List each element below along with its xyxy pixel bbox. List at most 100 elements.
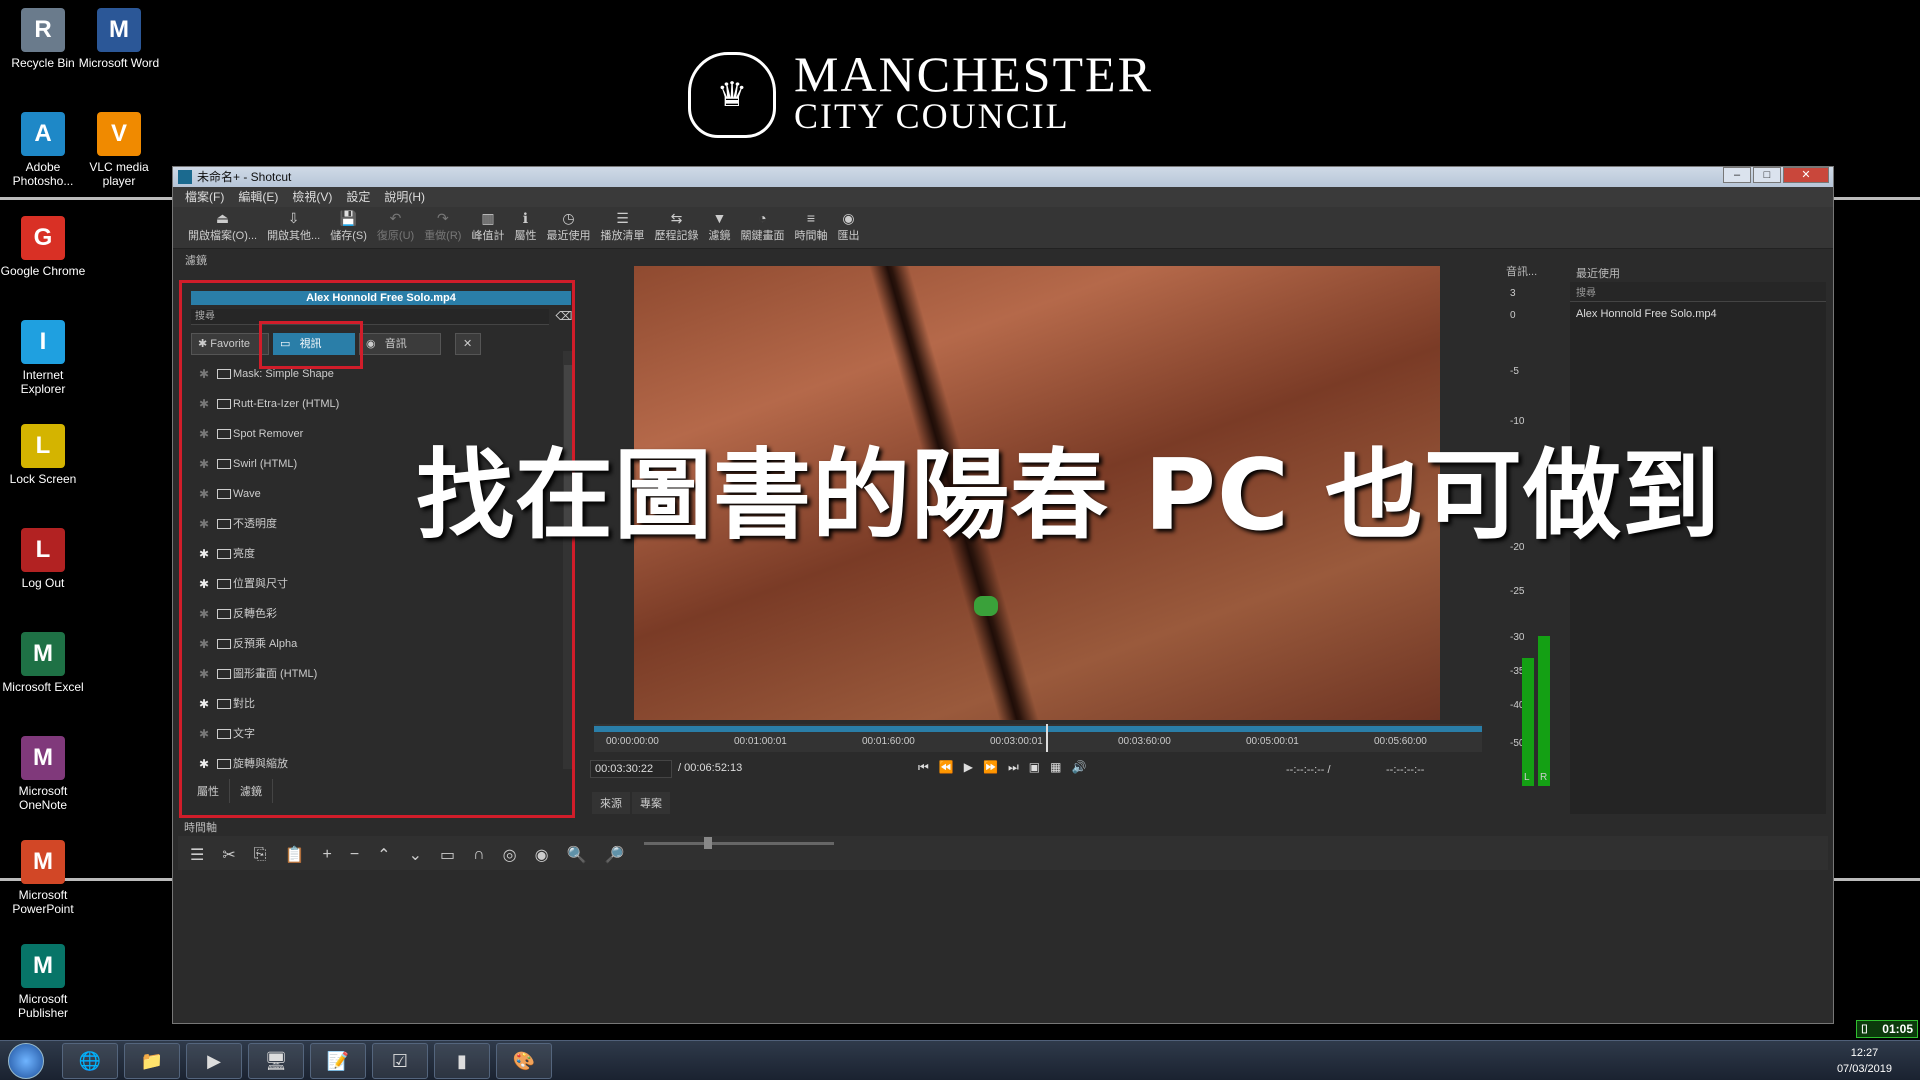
maximize-button[interactable]: □ bbox=[1753, 167, 1781, 183]
desktop-icon[interactable]: V VLC media player bbox=[76, 112, 162, 188]
timeline-tool[interactable]: ⎘ bbox=[254, 846, 267, 864]
transport-button[interactable]: ▣ bbox=[1029, 760, 1040, 775]
close-button[interactable]: ✕ bbox=[1783, 167, 1829, 183]
playhead[interactable] bbox=[1046, 724, 1048, 752]
transport-button[interactable]: ⏪ bbox=[939, 760, 954, 775]
taskbar-app[interactable]: ▶ bbox=[186, 1043, 242, 1079]
timeline-tool[interactable]: ◎ bbox=[503, 845, 517, 865]
desktop-icon-label: Log Out bbox=[21, 576, 65, 590]
toolbar-icon: ▥ bbox=[481, 210, 495, 226]
timeline-tool[interactable]: ◉ bbox=[535, 845, 549, 865]
title-bar[interactable]: 未命名+ - Shotcut – □ ✕ bbox=[173, 167, 1833, 187]
clock-date: 07/03/2019 bbox=[1836, 1063, 1892, 1075]
meter-bar-left bbox=[1522, 658, 1534, 786]
zoom-slider[interactable] bbox=[644, 837, 834, 849]
toolbar-button[interactable]: ↷ 重做(R) bbox=[419, 207, 466, 248]
toolbar-button[interactable]: ▼ 濾鏡 bbox=[703, 207, 735, 248]
meter-channel-label: L bbox=[1524, 772, 1530, 783]
menu-item[interactable]: 說明(H) bbox=[384, 187, 425, 207]
toolbar-button[interactable]: ℹ 屬性 bbox=[509, 207, 541, 248]
zoom-slider-knob[interactable] bbox=[704, 837, 712, 849]
desktop-icon[interactable]: I Internet Explorer bbox=[0, 320, 86, 396]
toolbar-button[interactable]: ◔ 關鍵畫面 bbox=[735, 207, 789, 248]
desktop-icon[interactable]: M Microsoft Publisher bbox=[0, 944, 86, 1020]
transport-button[interactable]: ⏭ bbox=[1008, 760, 1019, 775]
transport-button[interactable]: ⏮ bbox=[918, 760, 929, 775]
source-tabs: 來源 專案 bbox=[592, 792, 670, 814]
menu-item[interactable]: 設定 bbox=[346, 187, 370, 207]
menu-item[interactable]: 檔案(F) bbox=[185, 187, 224, 207]
toolbar-button[interactable]: ◉ 匯出 bbox=[832, 207, 864, 248]
taskbar-app[interactable]: ▮ bbox=[434, 1043, 490, 1079]
timeline-tool[interactable]: − bbox=[350, 846, 359, 864]
desktop-icon[interactable]: G Google Chrome bbox=[0, 216, 86, 278]
onenote-icon: M bbox=[21, 736, 65, 780]
source-tab[interactable]: 來源 bbox=[592, 792, 630, 814]
timeline-tool[interactable]: + bbox=[322, 846, 331, 864]
minimize-button[interactable]: – bbox=[1723, 167, 1751, 183]
desktop-icon[interactable]: L Lock Screen bbox=[0, 424, 86, 486]
timeline-panel: 時間軸 ☰ ✂ ⎘ 📋 + − ⌃ ⌄ ▭ ∩ ◎ ◉ 🔍 🔎 bbox=[178, 820, 1828, 1020]
ruler-tick: 00:03:60:00 bbox=[1118, 736, 1171, 747]
toolbar-icon: ▼ bbox=[712, 210, 727, 226]
desktop-icon-label: Recycle Bin bbox=[11, 56, 75, 70]
transport-button[interactable]: ▶ bbox=[964, 760, 973, 775]
meter-channel-label: R bbox=[1540, 772, 1548, 783]
taskbar-app[interactable]: 📝 bbox=[310, 1043, 366, 1079]
desktop-icon[interactable]: L Log Out bbox=[0, 528, 86, 590]
desktop-icon-label: Internet Explorer bbox=[20, 368, 66, 396]
highlight-box-video-tab bbox=[259, 321, 363, 369]
taskbar-app[interactable]: ☑ bbox=[372, 1043, 428, 1079]
toolbar-icon: ☰ bbox=[616, 210, 629, 226]
desktop-icon[interactable]: M Microsoft Excel bbox=[0, 632, 86, 694]
taskbar-app[interactable]: 📁 bbox=[124, 1043, 180, 1079]
logout-icon: L bbox=[21, 528, 65, 572]
desktop-icon[interactable]: M Microsoft OneNote bbox=[0, 736, 86, 812]
menu-item[interactable]: 編輯(E) bbox=[238, 187, 278, 207]
taskbar-clock[interactable]: 12:27 07/03/2019 bbox=[1837, 1045, 1892, 1077]
taskbar-app[interactable]: 🖥 bbox=[248, 1043, 304, 1079]
toolbar-label: 復原(U) bbox=[376, 230, 415, 242]
menu-item[interactable]: 檢視(V) bbox=[292, 187, 332, 207]
timeline-tool[interactable]: ∩ bbox=[473, 846, 485, 864]
filters-panel-title: 濾鏡 bbox=[185, 255, 207, 267]
timeline-tool[interactable]: 🔍 bbox=[567, 845, 587, 865]
transport-button[interactable]: 🔊 bbox=[1071, 760, 1086, 775]
timeline-tool[interactable]: ▭ bbox=[440, 845, 455, 865]
timeline-tool[interactable]: 📋 bbox=[285, 845, 305, 865]
desktop-icon-label: Microsoft Word bbox=[78, 56, 160, 70]
scrubber-ruler[interactable]: 00:00:00:00 00:01:00:01 00:01:60:00 00:03:0… bbox=[594, 724, 1482, 752]
timeline-tool[interactable]: ☰ bbox=[190, 845, 204, 865]
recent-search-input[interactable]: 搜尋 bbox=[1570, 282, 1826, 302]
timeline-tool[interactable]: ✂ bbox=[222, 845, 235, 865]
toolbar-button[interactable]: ⇩ 開啟其他... bbox=[262, 207, 325, 248]
audio-meter-title: 音訊... bbox=[1506, 266, 1538, 278]
desktop-icon[interactable]: M Microsoft PowerPoint bbox=[0, 840, 86, 916]
scrubber-bar bbox=[594, 726, 1482, 732]
toolbar-button[interactable]: ↶ 復原(U) bbox=[372, 207, 419, 248]
desktop-icon[interactable]: A Adobe Photosho... bbox=[0, 112, 86, 188]
start-button[interactable] bbox=[8, 1043, 44, 1079]
toolbar-icon: ⇩ bbox=[287, 210, 300, 226]
transport-button[interactable]: ▦ bbox=[1050, 760, 1061, 775]
toolbar-button[interactable]: ⏏ 開啟檔案(O)... bbox=[183, 207, 262, 248]
meter-scale-label: -25 bbox=[1510, 586, 1525, 597]
desktop-icon[interactable]: M Microsoft Word bbox=[76, 8, 162, 70]
timeline-tool[interactable]: ⌄ bbox=[409, 845, 422, 865]
toolbar-button[interactable]: ☰ 播放清單 bbox=[595, 207, 649, 248]
recent-item[interactable]: Alex Honnold Free Solo.mp4 bbox=[1570, 302, 1826, 326]
toolbar-button[interactable]: ▥ 峰值計 bbox=[466, 207, 509, 248]
toolbar-button[interactable]: ◷ 最近使用 bbox=[541, 207, 595, 248]
toolbar-button[interactable]: ≡ 時間軸 bbox=[789, 207, 832, 248]
transport-button[interactable]: ⏩ bbox=[983, 760, 998, 775]
taskbar-app[interactable]: 🎨 bbox=[496, 1043, 552, 1079]
toolbar-button[interactable]: 💾 儲存(S) bbox=[325, 207, 372, 248]
timeline-tool[interactable]: 🔎 bbox=[604, 845, 624, 865]
position-timecode[interactable]: 00:03:30:22 bbox=[590, 760, 672, 778]
toolbar-button[interactable]: ⇆ 歷程記錄 bbox=[649, 207, 703, 248]
lock-icon: L bbox=[21, 424, 65, 468]
desktop-icon[interactable]: R Recycle Bin bbox=[0, 8, 86, 70]
source-tab[interactable]: 專案 bbox=[632, 792, 670, 814]
taskbar-app[interactable]: 🌐 bbox=[62, 1043, 118, 1079]
timeline-tool[interactable]: ⌃ bbox=[377, 845, 390, 865]
